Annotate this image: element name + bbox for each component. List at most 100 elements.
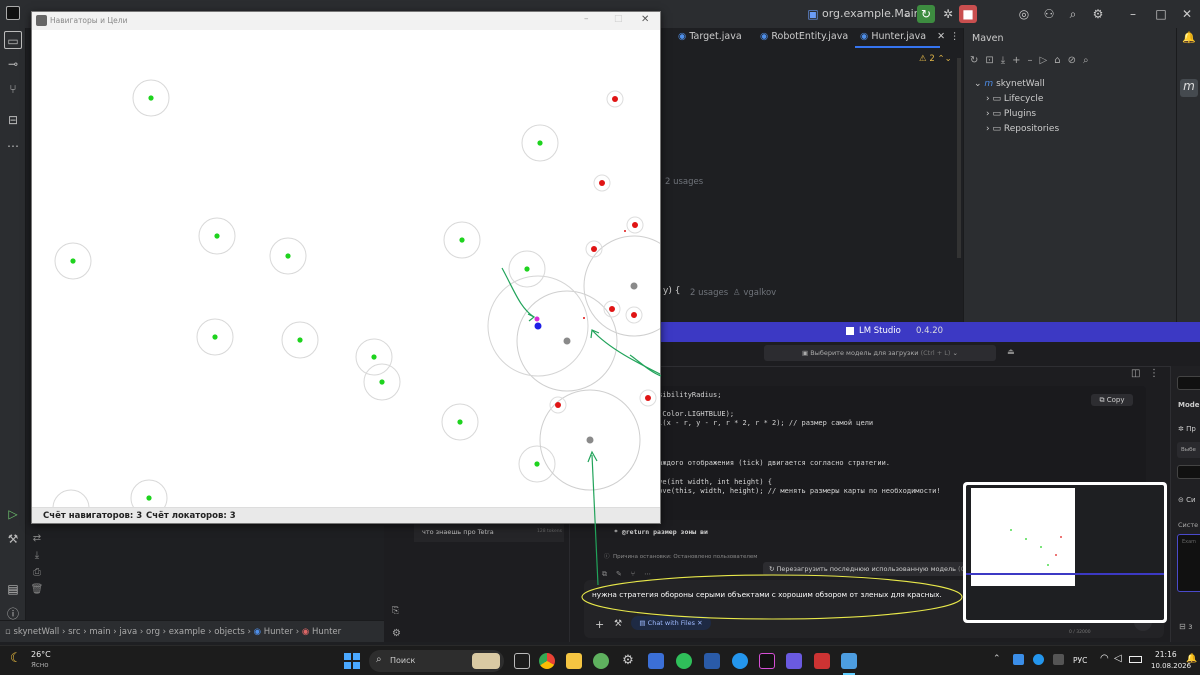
lm-studio-taskbar-icon[interactable] bbox=[786, 653, 802, 669]
rerun-button[interactable]: ↻ bbox=[917, 5, 935, 23]
app-icon-blue[interactable] bbox=[648, 653, 664, 669]
settings-field[interactable] bbox=[1177, 465, 1200, 479]
weather-temp[interactable]: 26°C bbox=[31, 650, 51, 659]
maven-tool-icon[interactable]: m bbox=[1180, 79, 1198, 97]
tray-overflow-icon[interactable]: ⌃ bbox=[993, 654, 1001, 664]
chevron-down-icon[interactable]: ⌄ bbox=[903, 7, 912, 20]
settings-app-icon[interactable]: ⚙ bbox=[620, 653, 636, 669]
java-close-icon[interactable]: ✕ bbox=[641, 14, 649, 25]
warning-indicator[interactable]: ⚠ 2 ⌃⌄ bbox=[919, 54, 952, 64]
tray-app-icon[interactable] bbox=[1053, 654, 1064, 665]
debug-icon[interactable]: ✲ bbox=[939, 5, 957, 23]
tools-icon[interactable]: ⚒ bbox=[614, 619, 622, 629]
breadcrumb-item[interactable]: example bbox=[169, 627, 206, 637]
tray-app-icon[interactable] bbox=[1013, 654, 1024, 665]
add-attachment-icon[interactable]: + bbox=[595, 618, 604, 631]
copy-button[interactable]: ⧉ Copy bbox=[1091, 394, 1133, 406]
powershell-icon[interactable] bbox=[704, 653, 720, 669]
minimize-icon[interactable]: – bbox=[1124, 5, 1142, 23]
tab-hunter[interactable]: ◉ Hunter.java ✕ bbox=[860, 31, 945, 42]
tab-target[interactable]: ◉ Target.java bbox=[678, 31, 742, 42]
chrome-icon[interactable] bbox=[539, 653, 555, 669]
battery-icon[interactable] bbox=[1129, 656, 1142, 663]
copy-message-icon[interactable]: ⧉ bbox=[602, 570, 616, 578]
file-explorer-icon[interactable] bbox=[566, 653, 582, 669]
ide-logo-icon[interactable] bbox=[6, 6, 20, 20]
build-icon[interactable]: ⚒ bbox=[4, 530, 22, 548]
ai-assistant-icon[interactable]: ◎ bbox=[1015, 5, 1033, 23]
branch-message-icon[interactable]: ⑂ bbox=[631, 570, 644, 578]
tab-robot-entity[interactable]: ◉ RobotEntity.java bbox=[760, 31, 848, 42]
breadcrumb-item[interactable]: Hunter bbox=[312, 627, 341, 637]
java-app-taskbar-icon[interactable] bbox=[814, 653, 830, 669]
stop-reason-text: Причина остановки: Остановлено пользоват… bbox=[613, 554, 758, 560]
language-indicator[interactable]: РУС bbox=[1073, 656, 1087, 665]
docker-icon[interactable] bbox=[732, 653, 748, 669]
more-options-icon[interactable]: ⋮ bbox=[1149, 368, 1159, 379]
chat-with-files-chip[interactable]: ▤ Chat with Files ✕ bbox=[631, 616, 711, 630]
intellij-icon[interactable] bbox=[759, 653, 775, 669]
eject-icon[interactable]: ⏏ bbox=[1007, 347, 1015, 356]
breadcrumb-item[interactable]: skynetWall bbox=[13, 627, 59, 637]
start-button[interactable] bbox=[344, 653, 360, 669]
clock-time[interactable]: 21:16 bbox=[1155, 650, 1177, 659]
java-maximize-icon[interactable]: □ bbox=[614, 14, 623, 24]
tray-app-icon[interactable] bbox=[1033, 654, 1044, 665]
volume-icon[interactable]: ◁ bbox=[1114, 653, 1122, 664]
run-icon[interactable]: ▷ bbox=[4, 505, 22, 523]
commit-icon[interactable]: ⊸ bbox=[4, 55, 22, 73]
breadcrumb-item[interactable]: src bbox=[68, 627, 80, 637]
window-thumbnail[interactable] bbox=[963, 482, 1167, 623]
breadcrumb-item[interactable]: Hunter bbox=[264, 627, 293, 637]
settings-select[interactable]: Выбе bbox=[1177, 442, 1200, 458]
stop-button[interactable]: ■ bbox=[959, 5, 977, 23]
maven-item-plugins[interactable]: › ▭ Plugins bbox=[986, 109, 1036, 119]
close-tab-icon[interactable]: ✕ bbox=[937, 31, 945, 42]
editor-scrollbar[interactable] bbox=[957, 58, 961, 258]
task-view-icon[interactable] bbox=[514, 653, 530, 669]
taskbar-search[interactable]: ⌕ Поиск bbox=[369, 650, 504, 672]
notification-bell-icon[interactable]: 🔔 bbox=[1186, 654, 1197, 664]
green-app-icon[interactable] bbox=[593, 653, 609, 669]
maven-item-lifecycle[interactable]: › ▭ Lifecycle bbox=[986, 94, 1043, 104]
terminal-icon[interactable]: ▤ bbox=[4, 580, 22, 598]
maximize-icon[interactable]: □ bbox=[1152, 5, 1170, 23]
close-icon[interactable]: ✕ bbox=[1178, 5, 1196, 23]
system-prompt-field[interactable]: Exam bbox=[1177, 534, 1200, 592]
usages-hint[interactable]: 2 usages bbox=[665, 177, 703, 187]
run-panel-side-icon[interactable]: ⇄ ⤓ ⎙ 🗑 bbox=[30, 530, 44, 620]
search-icon[interactable]: ⌕ bbox=[1064, 5, 1082, 23]
more-icon[interactable]: ⋯ bbox=[4, 137, 22, 155]
photos-icon[interactable] bbox=[841, 653, 857, 669]
settings-field[interactable] bbox=[1177, 376, 1200, 390]
more-tabs-icon[interactable]: ⋮ bbox=[950, 31, 960, 42]
wifi-icon[interactable]: ◠ bbox=[1100, 653, 1109, 664]
close-chip-icon[interactable]: ✕ bbox=[697, 619, 702, 627]
sidebar-toggle-icon[interactable]: ◫ bbox=[1131, 368, 1140, 379]
add-user-icon[interactable]: ⚇ bbox=[1040, 5, 1058, 23]
model-select[interactable]: ▣ Выберите модель для загрузки (Ctrl + L… bbox=[764, 345, 996, 361]
more-message-icon[interactable]: ⋯ bbox=[644, 570, 660, 578]
weather-icon[interactable]: ☾ bbox=[10, 651, 22, 666]
whatsapp-icon[interactable] bbox=[676, 653, 692, 669]
usages-hint[interactable]: 2 usages bbox=[690, 288, 728, 298]
breadcrumb-item[interactable]: java bbox=[119, 627, 137, 637]
structure-icon[interactable]: ⊟ bbox=[4, 111, 22, 129]
ide-bottom-icon-1[interactable]: ⎘ bbox=[392, 606, 399, 616]
project-icon[interactable]: ▭ bbox=[4, 31, 22, 49]
simulation-canvas[interactable] bbox=[32, 30, 660, 507]
java-minimize-icon[interactable]: – bbox=[584, 14, 589, 24]
edit-message-icon[interactable]: ✎ bbox=[616, 570, 631, 578]
git-icon[interactable]: ⑂ bbox=[4, 80, 22, 98]
ide-settings-icon[interactable]: ⚙ bbox=[392, 628, 401, 639]
notifications-icon[interactable]: 🔔 bbox=[1181, 31, 1197, 47]
code-editor[interactable]: ⚠ 2 ⌃⌄ 2 usages y) { 2 usages ♙ vgalkov bbox=[660, 48, 963, 320]
reload-model-button[interactable]: ↻ Перезагрузить последнюю использованную… bbox=[763, 562, 968, 576]
breadcrumb-item[interactable]: objects bbox=[214, 627, 245, 637]
more-settings-icon[interactable]: ⊟ з bbox=[1179, 622, 1193, 631]
maven-item-repositories[interactable]: › ▭ Repositories bbox=[986, 124, 1059, 134]
settings-icon[interactable]: ⚙ bbox=[1089, 5, 1107, 23]
breadcrumb-item[interactable]: org bbox=[146, 627, 160, 637]
maven-project[interactable]: ⌄ m skynetWall bbox=[974, 79, 1045, 89]
breadcrumb-item[interactable]: main bbox=[89, 627, 110, 637]
